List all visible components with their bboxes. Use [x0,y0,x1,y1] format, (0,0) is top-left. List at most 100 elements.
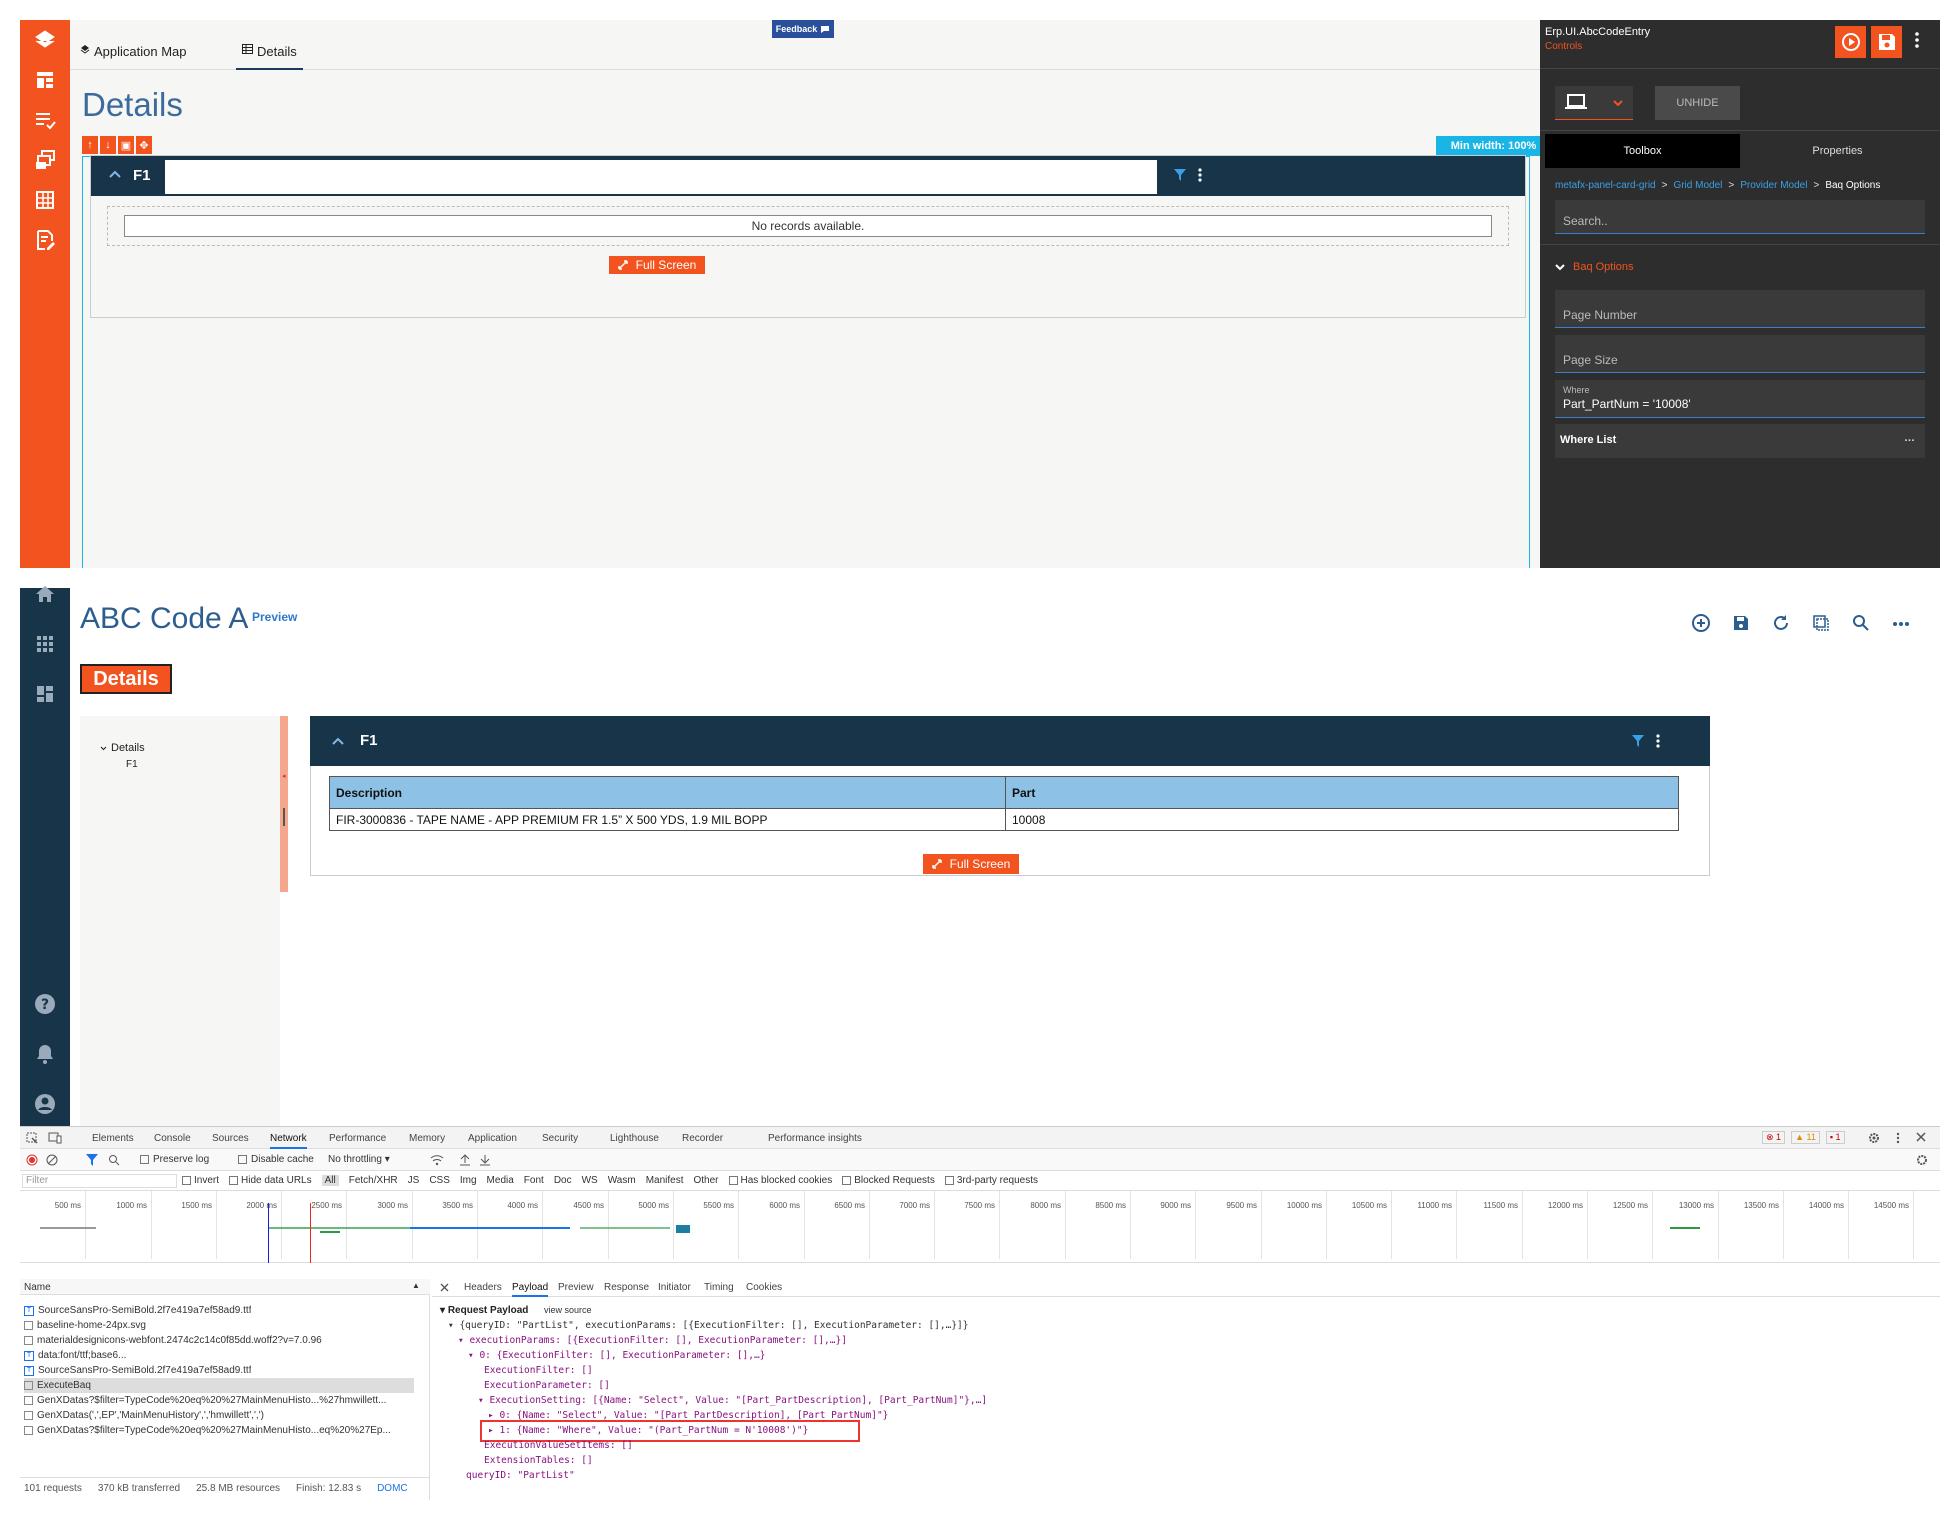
preserve-log-checkbox[interactable]: Preserve log [140,1154,209,1165]
move-up-button[interactable]: ↑ [82,136,98,154]
type-filter-manifest[interactable]: Manifest [646,1175,684,1186]
record-icon[interactable] [26,1154,38,1166]
more-icon[interactable] [1890,612,1912,634]
where-list-field[interactable]: Where List … [1555,424,1925,458]
detail-tab-preview[interactable]: Preview [558,1282,594,1293]
cell-description[interactable]: FIR-3000836 - TAPE NAME - APP PREMIUM FR… [329,808,1006,831]
account-icon[interactable] [33,1092,57,1116]
move-down-button[interactable]: ↓ [100,136,116,154]
request-row[interactable]: ExecuteBaq [24,1378,414,1393]
help-icon[interactable]: ? [33,992,57,1016]
dashboard-icon[interactable] [33,68,57,92]
edit-doc-icon[interactable] [33,228,57,252]
tree-node-details[interactable]: Details [100,742,145,754]
devtools-tab-performance-insights[interactable]: Performance insights [768,1133,862,1144]
type-filter-xhr[interactable]: Fetch/XHR [349,1175,398,1186]
refresh-icon[interactable] [1770,612,1792,634]
more-vert-icon[interactable] [1656,734,1660,748]
card-header-input[interactable] [165,160,1157,194]
where-field[interactable]: Where Part_PartNum = '10008' [1555,380,1925,418]
devtools-tab-performance[interactable]: Performance [329,1133,386,1144]
breadcrumb-item[interactable]: Grid Model [1673,180,1722,191]
payload-line[interactable]: ▾ executionParams: [{ExecutionFilter: []… [458,1335,847,1346]
payload-line[interactable]: ▾ 0: {ExecutionFilter: [], ExecutionPara… [468,1350,765,1361]
tab-toolbox[interactable]: Toolbox [1545,134,1740,168]
section-baq-options[interactable]: Baq Options [1555,261,1634,273]
device-select[interactable] [1555,86,1633,120]
chevron-up-icon[interactable] [332,736,344,746]
detail-tab-timing[interactable]: Timing [704,1282,734,1293]
dashboard-icon[interactable] [33,682,57,706]
list-check-icon[interactable] [33,108,57,132]
request-row[interactable]: baseline-home-24px.svg [24,1318,414,1333]
detail-tab-initiator[interactable]: Initiator [658,1282,691,1293]
request-row[interactable]: T SourceSansPro-SemiBold.2f7e419a7ef58ad9… [24,1303,414,1318]
layers-icon[interactable] [33,28,57,52]
add-circle-icon[interactable] [1690,612,1712,634]
type-filter-ws[interactable]: WS [582,1175,598,1186]
cell-part[interactable]: 10008 [1005,808,1679,831]
disable-cache-checkbox[interactable]: Disable cache [238,1154,314,1165]
devtools-tab-security[interactable]: Security [542,1133,578,1144]
type-filter-other[interactable]: Other [693,1175,718,1186]
upload-icon[interactable] [460,1154,470,1166]
devtools-tab-console[interactable]: Console [154,1133,191,1144]
resize-handle[interactable]: ◂ [280,716,288,892]
table-row[interactable]: FIR-3000836 - TAPE NAME - APP PREMIUM FR… [329,808,1679,831]
close-icon[interactable] [1916,1132,1926,1142]
toolbox-search-input[interactable]: Search.. [1555,200,1925,234]
request-row[interactable]: Tdata:font/ttf;base6... [24,1348,414,1363]
filter-icon[interactable] [1632,735,1644,747]
feedback-button[interactable]: Feedback [772,20,834,38]
search-icon[interactable] [1850,612,1872,634]
grid-icon[interactable] [33,188,57,212]
home-icon[interactable] [33,584,57,608]
close-icon[interactable] [440,1283,449,1292]
detail-tab-response[interactable]: Response [604,1282,649,1293]
type-filter-font[interactable]: Font [524,1175,544,1186]
payload-section-title[interactable]: ▾ Request Payload [440,1305,528,1316]
devtools-tab-memory[interactable]: Memory [409,1133,445,1144]
chevron-up-icon[interactable] [109,169,121,179]
third-party-checkbox[interactable]: 3rd-party requests [944,1175,1038,1186]
gear-icon[interactable] [1916,1154,1928,1166]
devtools-tab-lighthouse[interactable]: Lighthouse [610,1133,659,1144]
throttling-select[interactable]: No throttling ▾ [328,1154,390,1165]
request-row[interactable]: GenXDatas(',',EP','MainMenuHistory',','h… [24,1408,414,1423]
payload-line[interactable]: ▾ {queryID: "PartList", executionParams:… [448,1320,969,1331]
save-layer-button[interactable] [1871,26,1902,58]
full-screen-button[interactable]: Full Screen [923,854,1019,874]
detail-tab-payload[interactable]: Payload [512,1282,549,1297]
type-filter-doc[interactable]: Doc [554,1175,572,1186]
tab-properties[interactable]: Properties [1740,134,1935,168]
run-button[interactable] [1835,26,1866,58]
more-vert-icon[interactable] [1915,32,1919,48]
request-row[interactable]: GenXDatas?$filter=TypeCode%20eq%20%27Mai… [24,1393,414,1408]
save-icon[interactable] [1730,612,1752,634]
where-list-more-button[interactable]: … [1904,432,1915,444]
unhide-button[interactable]: UNHIDE [1655,86,1740,120]
type-filter-css[interactable]: CSS [429,1175,450,1186]
download-icon[interactable] [480,1154,490,1166]
tree-node-f1[interactable]: F1 [126,759,138,770]
device-toggle-icon[interactable] [48,1132,62,1144]
type-filter-js[interactable]: JS [408,1175,420,1186]
type-filter-wasm[interactable]: Wasm [608,1175,636,1186]
full-screen-button[interactable]: Full Screen [609,256,705,274]
invert-checkbox[interactable]: Invert [182,1175,219,1186]
request-row[interactable]: GenXDatas?$filter=TypeCode%20eq%20%27Mai… [24,1423,414,1438]
tab-details[interactable]: Details [236,44,303,70]
type-filter-img[interactable]: Img [460,1175,477,1186]
data-grid[interactable]: Description Part FIR-3000836 - TAPE NAME… [329,776,1679,831]
devtools-tab-elements[interactable]: Elements [92,1133,134,1144]
gear-icon[interactable] [1868,1132,1880,1144]
wifi-icon[interactable] [430,1154,444,1166]
devtools-tab-sources[interactable]: Sources [212,1133,249,1144]
page-size-field[interactable]: Page Size [1555,335,1925,373]
filter-icon[interactable] [86,1154,98,1166]
drag-handle[interactable]: ✥ [136,136,152,154]
page-number-field[interactable]: Page Number [1555,290,1925,328]
delete-button[interactable]: ▣ [118,136,134,154]
payload-line[interactable]: ▾ ExecutionSetting: [{Name: "Select", Va… [478,1395,987,1406]
column-header-part[interactable]: Part [1005,776,1679,809]
